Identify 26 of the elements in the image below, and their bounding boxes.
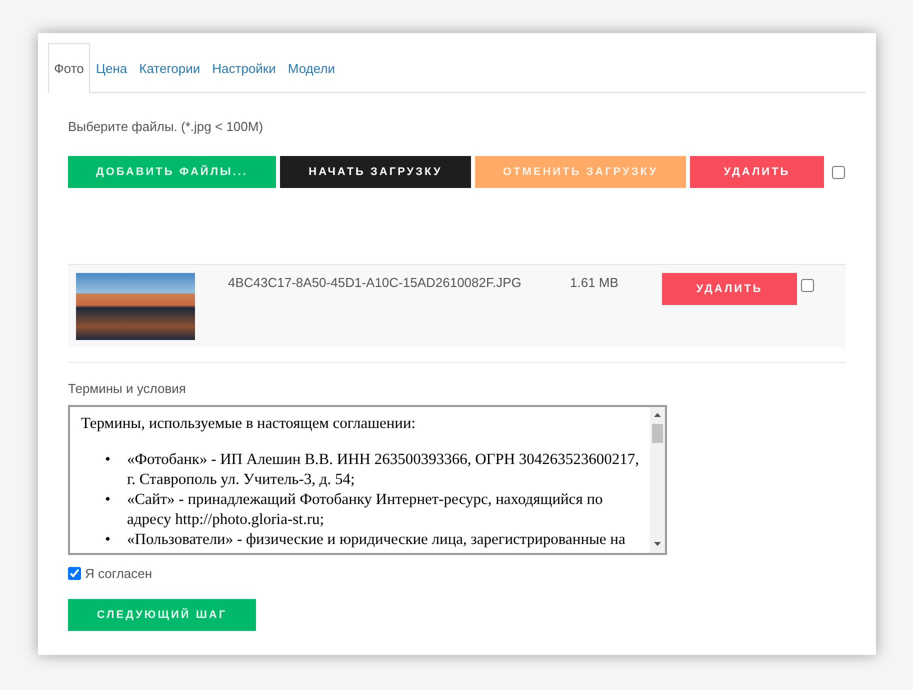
tab[interactable]: Настройки — [206, 43, 282, 92]
upload-hint: Выберите файлы. (*.jpg < 100M) — [68, 119, 264, 136]
file-name: 4BC43C17-8A50-45D1-A10C-15AD2610082F.JPG — [228, 275, 522, 290]
delete-file-button[interactable]: УДАЛИТЬ — [662, 273, 797, 305]
bullet: • — [105, 530, 112, 550]
terms-item: «Фотобанк» - ИП Алешин В.В. ИНН 263500393366, ОГРН 304263523600217, г. Ставрополь ул. Учитель-3, д. 54; — [127, 450, 640, 490]
select-all-checkbox[interactable] — [832, 166, 845, 178]
tab[interactable]: Фото — [48, 43, 90, 93]
terms-item: «Пользователи» - физические и юридические лица, зарегистрированные на — [127, 530, 626, 550]
delete-button[interactable]: УДАЛИТЬ — [690, 156, 824, 188]
tab[interactable]: Модели — [282, 43, 342, 92]
tab[interactable]: Цена — [90, 43, 134, 92]
agree-label: Я согласен — [85, 566, 152, 581]
terms-label: Термины и условия — [68, 381, 187, 398]
bullet: • — [105, 450, 112, 470]
bullet: • — [105, 490, 112, 510]
add-files-button[interactable]: ДОБАВИТЬ ФАЙЛЫ... — [68, 156, 276, 188]
tab[interactable]: Категории — [133, 43, 206, 92]
terms-intro: Термины, используемые в настоящем соглашении: — [81, 414, 417, 434]
terms-item: «Сайт» - принадлежащий Фотобанку Интернет-ресурс, находящийся по адресу http://photo.gloria-st.ru; — [127, 490, 604, 530]
file-checkbox[interactable] — [801, 279, 814, 292]
start-upload-button[interactable]: НАЧАТЬ ЗАГРУЗКУ — [280, 156, 471, 188]
next-step-button[interactable]: СЛЕДУЮЩИЙ ШАГ — [68, 599, 256, 631]
agree-checkbox[interactable] — [68, 567, 81, 580]
terms-textarea[interactable] — [68, 405, 667, 555]
file-size: 1.61 MB — [570, 275, 620, 290]
